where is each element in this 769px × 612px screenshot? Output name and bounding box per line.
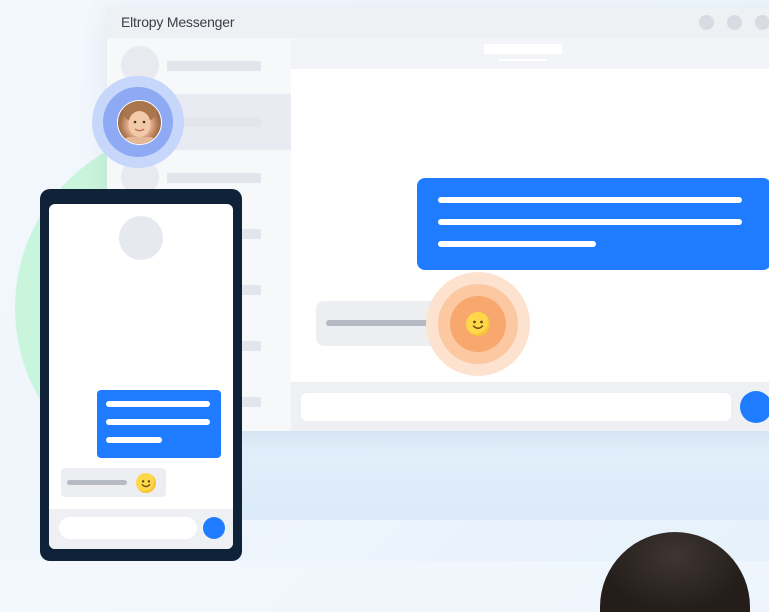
mobile-send-button[interactable] <box>203 517 225 539</box>
message-text-placeholder <box>106 437 162 443</box>
mobile-phone <box>40 189 242 561</box>
user-avatar-photo <box>117 100 162 145</box>
chat-subtitle-placeholder <box>499 59 547 61</box>
smiley-face-icon[interactable] <box>466 312 490 336</box>
message-text-placeholder <box>106 401 210 407</box>
window-control-close[interactable] <box>755 15 769 30</box>
smiley-face-icon[interactable] <box>136 473 156 493</box>
message-text-placeholder <box>106 419 210 425</box>
mobile-incoming-message-bubble <box>61 468 166 497</box>
mobile-message-input[interactable] <box>59 517 197 539</box>
mobile-contact-avatar <box>119 216 163 260</box>
contact-name-placeholder <box>167 61 261 71</box>
mobile-screen <box>49 204 233 549</box>
contact-name-placeholder <box>167 173 261 183</box>
title-bar: Eltropy Messenger <box>107 7 769 38</box>
mobile-outgoing-message-bubble <box>97 390 221 458</box>
message-text-placeholder <box>438 197 742 203</box>
window-title: Eltropy Messenger <box>121 14 235 30</box>
window-control-minimize[interactable] <box>699 15 714 30</box>
chat-title-placeholder <box>484 44 562 54</box>
background-band <box>240 430 769 520</box>
window-control-maximize[interactable] <box>727 15 742 30</box>
message-text-placeholder <box>438 219 742 225</box>
message-text-placeholder <box>438 241 596 247</box>
send-button[interactable] <box>740 391 769 423</box>
outgoing-message-bubble <box>417 178 769 270</box>
chat-header <box>291 38 769 69</box>
message-text-placeholder <box>67 480 127 485</box>
person-photo-fragment <box>600 532 750 612</box>
message-input[interactable] <box>301 393 731 421</box>
